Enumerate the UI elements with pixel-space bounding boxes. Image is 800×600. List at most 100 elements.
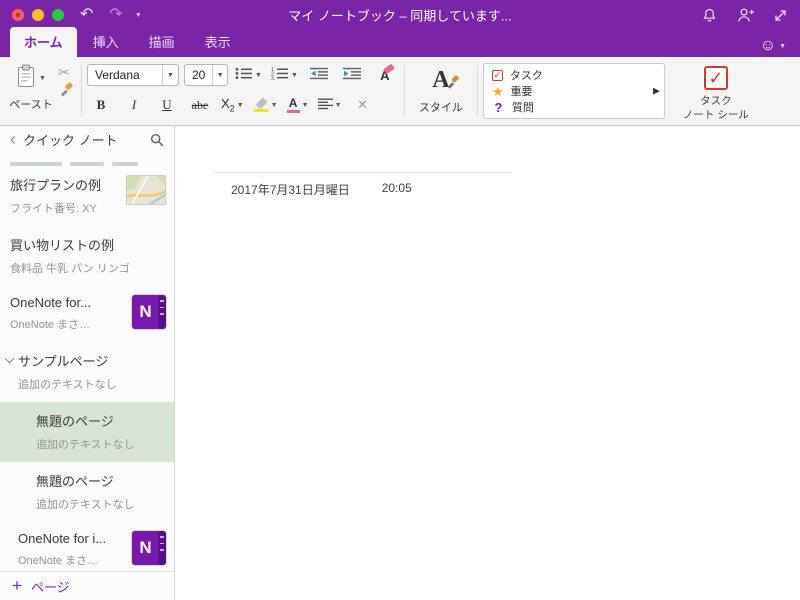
page-list-sidebar: ‹ クイック ノート 旅行プランの例 フライト番号: XY 買い物リストの例 食…	[0, 126, 175, 600]
expand-window-icon[interactable]	[773, 8, 788, 23]
minimize-button[interactable]	[32, 9, 44, 21]
star-icon: ★	[491, 83, 504, 99]
tab-view[interactable]: 表示	[191, 27, 245, 57]
paste-label: ペースト	[9, 99, 53, 111]
font-color-chevron-icon: ▼	[301, 101, 309, 109]
ribbon-separator	[81, 65, 82, 117]
clear-formatting-button[interactable]: A	[371, 63, 399, 86]
font-size-combo[interactable]: 20 ▼	[184, 64, 228, 86]
cut-scissors-icon[interactable]: ✂	[58, 65, 74, 79]
page-time: 20:05	[381, 181, 412, 195]
page-title: サンプルページ	[18, 354, 109, 369]
tags-box: ✓ タスク ★ 重要 ? 質問 ▶	[482, 63, 665, 119]
feedback-smiley-button[interactable]: ☺ ▼	[760, 38, 786, 54]
search-icon[interactable]	[150, 133, 164, 147]
font-name-combo[interactable]: Verdana ▼	[87, 64, 179, 86]
task-seal-checkbox-icon: ✓	[703, 66, 728, 90]
styles-label: スタイル	[418, 102, 463, 114]
paste-chevron-icon: ▼	[39, 74, 46, 82]
tag-important-label: 重要	[510, 86, 533, 98]
format-painter-brush-icon[interactable]	[58, 82, 74, 103]
numbered-list-button[interactable]: 1. 2. 3. ▼	[269, 64, 300, 86]
tag-question[interactable]: ? 質問	[492, 99, 646, 115]
page-subtitle: フライト番号: XY	[10, 203, 97, 215]
subscript-button[interactable]: X2 ▼	[219, 94, 246, 116]
page-item-onenote-for[interactable]: OneNote for... OneNote まさ… N	[0, 286, 174, 342]
tab-home[interactable]: ホーム	[10, 27, 77, 57]
ribbon-separator	[476, 65, 478, 117]
font-color-button[interactable]: A ▼	[285, 94, 311, 116]
page-item-shopping-list[interactable]: 買い物リストの例 食料品 牛乳 パン リンゴ	[0, 226, 174, 286]
traffic-lights	[12, 9, 64, 21]
titlebar-actions	[701, 7, 788, 24]
page-date-row: 2017年7月31日月曜日 20:05	[231, 181, 412, 198]
indent-button[interactable]	[338, 64, 366, 86]
highlight-color-button[interactable]: ▼	[251, 94, 280, 116]
styles-brush-icon	[445, 75, 460, 95]
outdent-icon	[309, 67, 328, 83]
alignment-chevron-icon: ▼	[334, 101, 342, 109]
paste-button[interactable]: ▼ ペースト	[6, 61, 56, 112]
alignment-icon	[317, 98, 333, 113]
highlight-chevron-icon: ▼	[270, 101, 278, 109]
close-button[interactable]	[12, 9, 24, 21]
strikethrough-button[interactable]: abe	[186, 94, 214, 116]
section-title: クイック ノート	[23, 133, 118, 148]
page-title-underline[interactable]	[214, 172, 510, 173]
page-item-onenote-for-i[interactable]: OneNote for i... OneNote まさ… N	[0, 522, 174, 571]
page-item-sample-page[interactable]: サンプルページ 追加のテキストなし	[0, 342, 174, 402]
add-page-button[interactable]: + ページ	[0, 571, 174, 600]
page-canvas[interactable]: 2017年7月31日月曜日 20:05	[175, 126, 800, 600]
task-seal-button[interactable]: ✓ タスク ノート シール	[673, 61, 759, 121]
question-mark-icon: ?	[494, 99, 503, 115]
clipped-page-item[interactable]	[0, 153, 174, 166]
font-size-chevron-icon: ▼	[212, 65, 227, 85]
notifications-bell-icon[interactable]	[701, 7, 718, 24]
styles-button[interactable]: A スタイル	[410, 61, 472, 121]
bullet-list-chevron-icon: ▼	[255, 71, 262, 79]
tags-expand-arrow-icon[interactable]: ▶	[653, 86, 660, 97]
page-title: 旅行プランの例	[10, 178, 102, 193]
ribbon-separator	[403, 65, 405, 117]
page-item-untitled-selected[interactable]: 無題のページ 追加のテキストなし	[0, 402, 174, 462]
page-item-untitled[interactable]: 無題のページ 追加のテキストなし	[0, 462, 174, 522]
page-title: 無題のページ	[36, 414, 114, 429]
page-title: OneNote for i...	[18, 531, 107, 546]
underline-button[interactable]: U	[153, 94, 181, 116]
onenote-app-icon: N	[132, 531, 166, 565]
bullet-list-button[interactable]: ▼	[233, 64, 264, 86]
smiley-chevron-icon: ▼	[779, 42, 786, 50]
bullet-list-icon	[235, 67, 253, 83]
italic-button[interactable]: I	[120, 94, 148, 116]
font-name-value: Verdana	[95, 68, 140, 82]
clear-formatting-eraser-icon: A	[380, 63, 395, 83]
svg-text:3.: 3.	[271, 76, 275, 80]
fullscreen-button[interactable]	[52, 9, 64, 21]
sidebar-header: ‹ クイック ノート	[0, 126, 174, 153]
alignment-button[interactable]: ▼	[316, 94, 344, 116]
redo-icon[interactable]: ↷	[109, 7, 122, 23]
tag-important[interactable]: ★ 重要	[492, 83, 646, 99]
tab-insert[interactable]: 挿入	[79, 27, 133, 57]
back-chevron-icon[interactable]: ‹	[10, 130, 16, 148]
tab-draw[interactable]: 描画	[135, 27, 189, 57]
clipboard-small-buttons: ✂	[56, 61, 76, 109]
font-name-chevron-icon: ▼	[162, 65, 178, 85]
page-subtitle: 食料品 牛乳 パン リンゴ	[10, 263, 130, 275]
bold-button[interactable]: B	[87, 94, 115, 116]
share-add-person-icon[interactable]	[736, 7, 755, 23]
map-thumbnail	[126, 175, 166, 205]
page-title: 買い物リストの例	[10, 238, 115, 253]
onenote-app-icon: N	[132, 295, 166, 329]
page-date: 2017年7月31日月曜日	[231, 183, 350, 197]
ribbon: ▼ ペースト ✂ Verdana ▼ 20 ▼ ▼ 1. 2. 3. ▼ A B…	[0, 57, 800, 126]
quick-access-chevron-icon[interactable]: ▼	[135, 12, 142, 19]
delete-button[interactable]: ✕	[349, 94, 377, 116]
page-subtitle: 追加のテキストなし	[36, 439, 135, 451]
collapse-chevron-icon[interactable]	[4, 353, 15, 364]
outdent-button[interactable]	[305, 64, 333, 86]
font-color-icon: A	[286, 97, 300, 113]
page-item-travel-plan[interactable]: 旅行プランの例 フライト番号: XY	[0, 166, 174, 226]
tag-task[interactable]: ✓ タスク	[491, 67, 646, 83]
undo-icon[interactable]: ↶	[80, 7, 93, 23]
